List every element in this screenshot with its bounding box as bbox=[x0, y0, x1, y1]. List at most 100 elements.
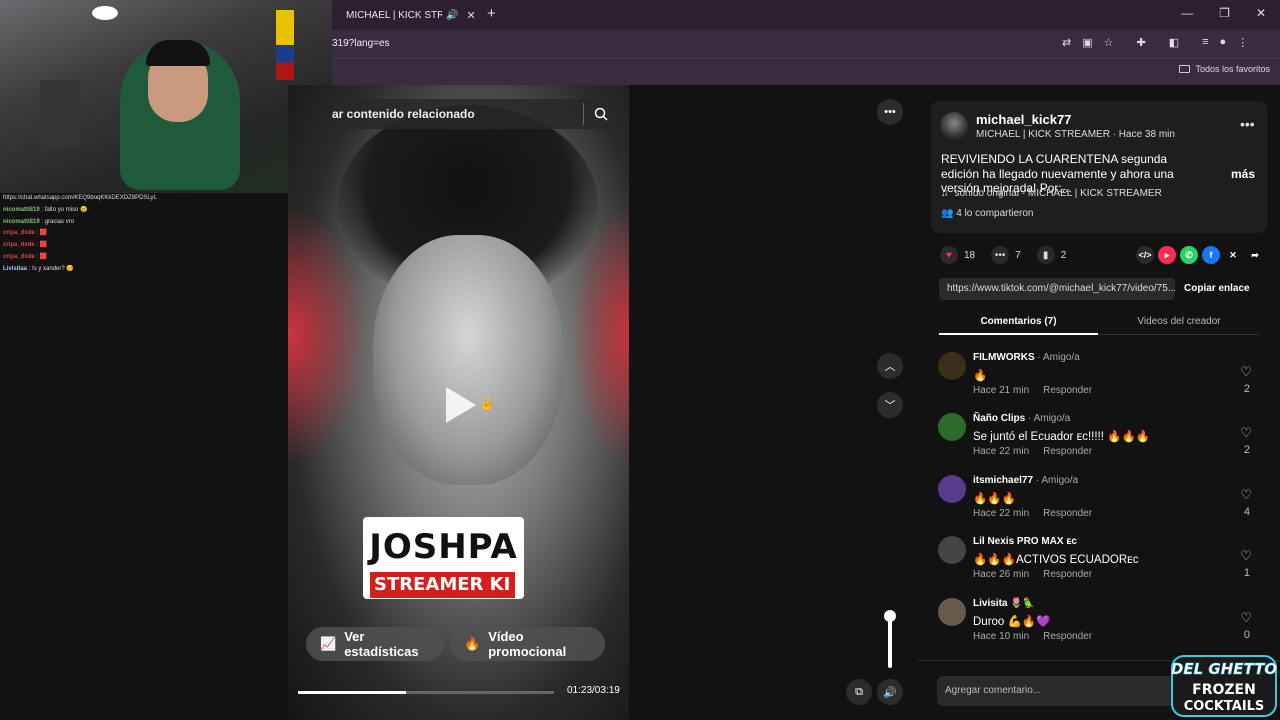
copy-link-button[interactable]: Copiar enlace bbox=[1184, 283, 1250, 294]
new-tab-button[interactable]: + bbox=[487, 5, 496, 22]
comment-icon[interactable]: ••• bbox=[991, 246, 1010, 264]
link-field[interactable]: https://www.tiktok.com/@michael_kick77/v… bbox=[939, 278, 1175, 300]
media-icon[interactable]: ≡ bbox=[1202, 36, 1208, 49]
commenter-avatar[interactable] bbox=[938, 598, 966, 626]
tab-creator-videos[interactable]: Videos del creador bbox=[1099, 316, 1259, 327]
cursor-icon: ☝ bbox=[479, 396, 496, 411]
chat-username: cripa_dxde bbox=[3, 242, 35, 249]
heart-icon[interactable]: ♥ bbox=[940, 246, 958, 264]
commenter-avatar[interactable] bbox=[938, 413, 966, 441]
cast-icon[interactable]: ▣ bbox=[1082, 36, 1092, 49]
play-icon[interactable] bbox=[446, 387, 476, 423]
chat-username: nicomatti819 bbox=[3, 218, 40, 225]
commenter-avatar[interactable] bbox=[938, 475, 966, 503]
heart-icon[interactable]: ♡ bbox=[1240, 364, 1252, 380]
comment-time: Hace 22 min bbox=[973, 508, 1030, 519]
speaker-icon[interactable]: 🔊 bbox=[446, 10, 458, 21]
post-menu-icon[interactable]: ••• bbox=[1240, 116, 1255, 132]
chat-username: cripa_dxde bbox=[3, 230, 35, 237]
chat-text: : 🟥 bbox=[36, 230, 48, 237]
commenter-name[interactable]: FILMWORKS · Amigo/a bbox=[973, 352, 1080, 363]
video-player[interactable]: ☝ JOSHPA STREAMER KI bbox=[288, 85, 629, 720]
bookmark-icon[interactable]: ▮ bbox=[1036, 246, 1055, 264]
shared-count: 👥 4 lo compartieron bbox=[941, 208, 1034, 219]
comment-item: Ñaño Clips · Amigo/a Se juntó el Ecuador … bbox=[938, 413, 1260, 469]
comment-text: 🔥🔥🔥 bbox=[973, 493, 1016, 505]
logo-line3: COCKTAILS bbox=[1184, 699, 1265, 714]
reply-button[interactable]: Responder bbox=[1043, 508, 1092, 519]
reply-button[interactable]: Responder bbox=[1043, 631, 1092, 642]
close-window-icon[interactable]: ✕ bbox=[1256, 6, 1266, 20]
volume-knob[interactable] bbox=[884, 610, 896, 622]
related-search-input[interactable]: ar contenido relacionado bbox=[332, 99, 618, 129]
pip-icon[interactable]: ⧉ bbox=[846, 679, 872, 705]
tab-close-icon[interactable]: ✕ bbox=[466, 9, 475, 22]
commenter-name[interactable]: Livisita 🌷🦜 bbox=[973, 598, 1035, 609]
share-arrow-icon[interactable]: ➦ bbox=[1246, 246, 1264, 264]
reply-button[interactable]: Responder bbox=[1043, 385, 1092, 396]
comment-count: 7 bbox=[1015, 249, 1021, 261]
chevron-down-icon[interactable]: ﹀ bbox=[877, 392, 903, 418]
tab-title: MICHAEL | KICK STREAMER bbox=[346, 9, 442, 21]
comment-item: Livisita 🌷🦜 Duroo 💪🔥💜 Hace 10 min Responder… bbox=[938, 598, 1260, 654]
whatsapp-icon[interactable]: ✆ bbox=[1180, 246, 1198, 264]
view-stats-button[interactable]: 📈 Ver estadísticas bbox=[306, 627, 444, 661]
promote-video-button[interactable]: 🔥 Vídeo promocional bbox=[450, 627, 605, 661]
extensions-icon[interactable]: ✚ bbox=[1137, 36, 1146, 49]
del-ghetto-logo: DEL GHETTO FROZEN COCKTAILS bbox=[1171, 655, 1278, 717]
send-icon[interactable]: ▸ bbox=[1158, 246, 1176, 264]
commenter-name[interactable]: Lil Nexis PRO MAX ᴇᴄ bbox=[973, 536, 1077, 547]
embed-icon[interactable]: </> bbox=[1136, 246, 1154, 264]
more-options-icon[interactable]: ••• bbox=[877, 99, 903, 125]
facebook-icon[interactable]: f bbox=[1202, 246, 1220, 264]
chart-icon: 📈 bbox=[320, 636, 337, 651]
heart-icon[interactable]: ♡ bbox=[1240, 548, 1252, 564]
tab-comments[interactable]: Comentarios (7) bbox=[939, 316, 1098, 327]
share-icons: </> ▸ ✆ f ✕ ➦ bbox=[1136, 246, 1264, 264]
search-placeholder: ar contenido relacionado bbox=[332, 107, 475, 121]
chat-message: cripa_dxde : 🟥 bbox=[3, 228, 288, 240]
reply-button[interactable]: Responder bbox=[1043, 446, 1092, 457]
star-icon[interactable]: ☆ bbox=[1104, 36, 1114, 49]
stream-chat: https://chat.whatsapp.com/KEQ9boqKKkDEXD… bbox=[0, 193, 288, 276]
restore-icon[interactable]: ❐ bbox=[1219, 6, 1230, 20]
comment-like-count: 0 bbox=[1243, 629, 1250, 641]
sound-label: sonido original - MICHAEL | KICK STREAME… bbox=[954, 188, 1162, 199]
chat-text: : falto yo miso 😢 bbox=[41, 206, 88, 213]
sidepanel-icon[interactable]: ◧ bbox=[1169, 36, 1179, 49]
chevron-up-icon[interactable]: ︿ bbox=[877, 353, 903, 379]
commenter-avatar[interactable] bbox=[938, 352, 966, 380]
window-controls: — ❐ ✕ bbox=[1181, 6, 1266, 20]
comment-text: Duroo 💪🔥💜 bbox=[973, 616, 1051, 628]
chat-username: nicomatti819 bbox=[3, 206, 40, 213]
creator-avatar[interactable] bbox=[940, 112, 968, 140]
translate-icon[interactable]: ⇄ bbox=[1062, 36, 1071, 49]
progress-bar[interactable] bbox=[298, 691, 554, 694]
reply-button[interactable]: Responder bbox=[1043, 569, 1092, 580]
heart-icon[interactable]: ♡ bbox=[1240, 487, 1252, 503]
search-icon[interactable] bbox=[594, 107, 608, 121]
comment-like-count: 2 bbox=[1243, 383, 1250, 395]
description-more-link[interactable]: más bbox=[1231, 167, 1255, 181]
commenter-name[interactable]: Ñaño Clips · Amigo/a bbox=[973, 413, 1070, 424]
comment-time: Hace 22 min bbox=[973, 446, 1030, 457]
url-field[interactable]: 319?lang=es bbox=[332, 38, 390, 49]
minimize-icon[interactable]: — bbox=[1181, 6, 1193, 20]
all-bookmarks[interactable]: Todos los favoritos bbox=[1179, 64, 1270, 74]
heart-icon[interactable]: ♡ bbox=[1240, 425, 1252, 441]
profile-icon[interactable]: ● bbox=[1220, 36, 1227, 49]
commenter-name[interactable]: itsmichael77 · Amigo/a bbox=[973, 475, 1078, 486]
sound-info[interactable]: ♫ sonido original - MICHAEL | KICK STREA… bbox=[941, 188, 1162, 199]
commenter-avatar[interactable] bbox=[938, 536, 966, 564]
browser-tab[interactable]: MICHAEL | KICK STREAMER 🔊 ✕ bbox=[330, 2, 480, 28]
comment-time: Hace 10 min bbox=[973, 631, 1030, 642]
logo-line2: FROZEN bbox=[1192, 682, 1256, 698]
menu-icon[interactable]: ⋮ bbox=[1237, 36, 1248, 49]
x-icon[interactable]: ✕ bbox=[1224, 246, 1242, 264]
heart-icon[interactable]: ♡ bbox=[1240, 610, 1252, 626]
active-tab-indicator bbox=[939, 333, 1098, 335]
creator-username[interactable]: michael_kick77 bbox=[976, 112, 1071, 127]
shared-label: 4 lo compartieron bbox=[956, 208, 1034, 219]
volume-icon[interactable]: 🔊 bbox=[877, 679, 903, 705]
chat-message: Livisitaa : Is y xander? 😊 bbox=[3, 264, 288, 276]
